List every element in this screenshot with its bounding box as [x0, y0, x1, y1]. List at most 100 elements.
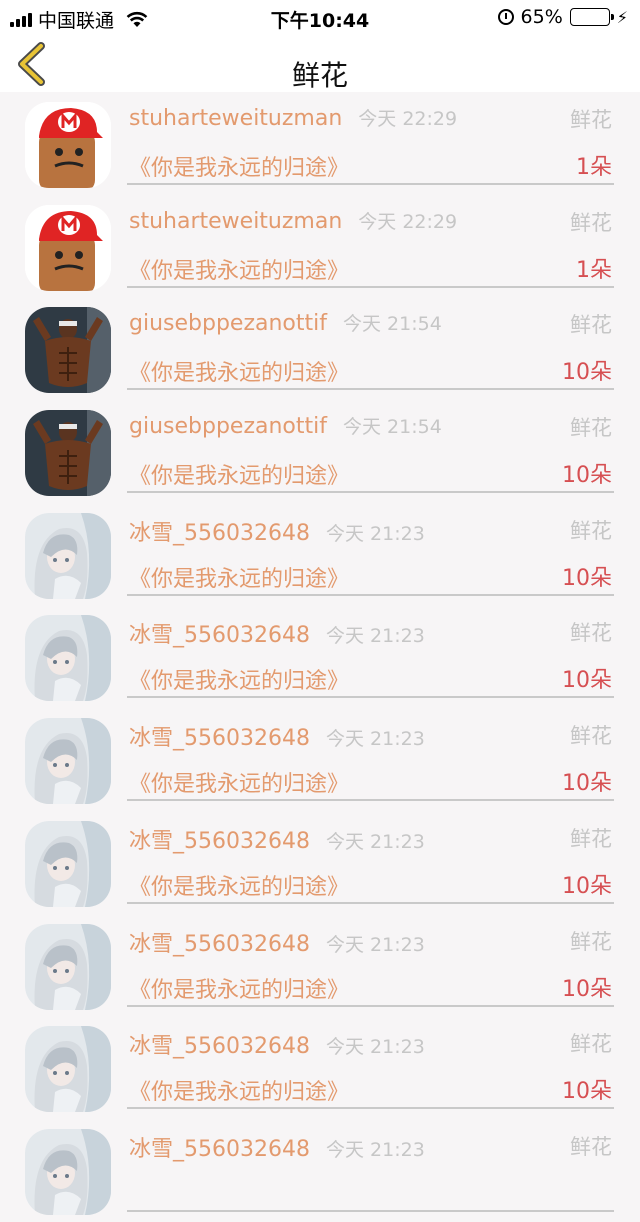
- gift-quantity: 1朵: [576, 155, 612, 180]
- timestamp: 今天 21:23: [325, 522, 425, 545]
- alarm-icon: [497, 9, 514, 25]
- song-title[interactable]: 《你是我永远的归途》: [129, 253, 349, 285]
- username[interactable]: stuharteweituzman: [129, 209, 342, 234]
- user-line: giusebppezanottif 今天 21:54: [129, 412, 442, 439]
- list-item[interactable]: giusebppezanottif 今天 21:54 鲜花《你是我永远的归途》 10朵: [0, 400, 640, 503]
- page-title: 鲜花: [291, 59, 348, 92]
- avatar[interactable]: [25, 1128, 111, 1215]
- user-line: giusebppezanottif 今天 21:54: [129, 309, 442, 336]
- gift-type: 鲜花: [570, 1134, 612, 1159]
- timestamp: 今天 21:23: [325, 1036, 425, 1059]
- username[interactable]: stuharteweituzman: [129, 106, 342, 131]
- timestamp: 今天 21:23: [325, 1138, 425, 1161]
- user-line: 冰雪_556032648 今天 21:23: [129, 926, 425, 958]
- avatar[interactable]: [25, 820, 111, 907]
- gift-quantity: 10朵: [562, 668, 612, 694]
- gift-record-list[interactable]: stuharteweituzman 今天 22:29 鲜花 《你是我永远的归途》 1朵 …: [0, 92, 640, 1222]
- row-divider: [127, 901, 614, 904]
- row-divider: [127, 285, 614, 288]
- username[interactable]: 冰雪_556032648: [129, 932, 310, 957]
- timestamp: 今天 21:23: [325, 625, 425, 648]
- username[interactable]: 冰雪_556032648: [129, 1034, 310, 1059]
- user-line: 冰雪_556032648 今天 21:23: [129, 1028, 425, 1060]
- gift-quantity: 10朵: [562, 976, 612, 1002]
- row-divider: [127, 1209, 614, 1212]
- list-item[interactable]: stuharteweituzman 今天 22:29 鲜花《你是我永远的归途》 1朵: [0, 92, 640, 195]
- gift-quantity: 10朵: [562, 873, 612, 899]
- user-line: 冰雪_556032648 今天 21:23: [129, 823, 425, 855]
- gift-type: 鲜花: [570, 724, 612, 749]
- row-divider: [127, 696, 614, 699]
- row-divider: [127, 1004, 614, 1007]
- gift-type: 鲜花: [570, 108, 612, 132]
- list-item[interactable]: 冰雪_556032648 今天 21:23 鲜花《你是我永远的归途》 10朵: [0, 811, 640, 914]
- avatar[interactable]: [25, 512, 111, 599]
- avatar[interactable]: [25, 923, 111, 1010]
- gift-quantity: 1朵: [576, 257, 612, 283]
- avatar[interactable]: [25, 718, 111, 805]
- timestamp: 今天 21:54: [343, 416, 442, 439]
- list-item[interactable]: 冰雪_556032648 今天 21:23 鲜花《你是我永远的归途》 10朵: [0, 708, 640, 811]
- song-title[interactable]: 《你是我永远的归途》: [129, 1074, 349, 1106]
- username[interactable]: giusebppezanottif: [129, 311, 327, 336]
- user-line: 冰雪_556032648 今天 21:23: [129, 1131, 425, 1163]
- username[interactable]: giusebppezanottif: [129, 414, 327, 439]
- status-right: 65% ⚡: [497, 6, 628, 28]
- row-divider: [127, 799, 614, 802]
- gift-type: 鲜花: [570, 313, 612, 338]
- gift-quantity: 10朵: [562, 771, 612, 797]
- song-title[interactable]: 《你是我永远的归途》: [129, 150, 349, 182]
- charging-bolt-icon: ⚡: [616, 7, 628, 27]
- gift-type: 鲜花: [570, 1032, 612, 1057]
- gift-quantity: 10朵: [562, 463, 612, 489]
- gift-type: 鲜花: [570, 621, 612, 646]
- song-title[interactable]: 《你是我永远的归途》: [129, 561, 349, 593]
- row-divider: [127, 491, 614, 494]
- user-line: 冰雪_556032648 今天 21:23: [129, 515, 425, 547]
- timestamp: 今天 22:29: [358, 108, 458, 130]
- list-item[interactable]: 冰雪_556032648 今天 21:23 鲜花《你是我永远的归途》 10朵: [0, 503, 640, 606]
- avatar[interactable]: [25, 1026, 111, 1113]
- user-line: 冰雪_556032648 今天 21:23: [129, 617, 425, 649]
- status-bar: 中国联通 下午10:44 65% ⚡: [0, 0, 640, 36]
- username[interactable]: 冰雪_556032648: [129, 623, 310, 648]
- gift-type: 鲜花: [570, 826, 612, 851]
- avatar[interactable]: [25, 204, 111, 291]
- timestamp: 今天 22:29: [358, 210, 458, 233]
- username[interactable]: 冰雪_556032648: [129, 1137, 310, 1162]
- avatar[interactable]: [25, 307, 111, 394]
- gift-type: 鲜花: [570, 210, 612, 235]
- list-item[interactable]: 冰雪_556032648 今天 21:23 鲜花《你是我永远的归途》 10朵: [0, 605, 640, 708]
- list-item[interactable]: 冰雪_556032648 今天 21:23 鲜花: [0, 1119, 640, 1222]
- user-line: stuharteweituzman 今天 22:29: [129, 104, 457, 131]
- avatar[interactable]: [25, 410, 111, 497]
- username[interactable]: 冰雪_556032648: [129, 521, 310, 546]
- song-title[interactable]: 《你是我永远的归途》: [129, 766, 349, 798]
- song-title[interactable]: 《你是我永远的归途》: [129, 458, 349, 490]
- gift-quantity: 10朵: [562, 360, 612, 386]
- list-item[interactable]: 冰雪_556032648 今天 21:23 鲜花 《你是我永远的归途》 10朵: [0, 1016, 640, 1119]
- gift-type: 鲜花: [570, 518, 612, 543]
- username[interactable]: 冰雪_556032648: [129, 829, 310, 854]
- gift-quantity: 10朵: [562, 565, 612, 591]
- user-line: stuharteweituzman 今天 22:29: [129, 207, 457, 234]
- username[interactable]: 冰雪_556032648: [129, 726, 310, 751]
- nav-bar: 鲜花: [0, 36, 640, 92]
- battery-icon: [569, 8, 614, 26]
- timestamp: 今天 21:54: [343, 313, 442, 336]
- row-divider: [127, 183, 614, 185]
- song-title[interactable]: 《你是我永远的归途》: [129, 663, 349, 695]
- list-item[interactable]: 冰雪_556032648 今天 21:23 鲜花 《你是我永远的归途》 10朵: [0, 914, 640, 1017]
- user-line: 冰雪_556032648 今天 21:23: [129, 720, 425, 752]
- song-title[interactable]: 《你是我永远的归途》: [129, 869, 349, 901]
- song-title[interactable]: 《你是我永远的归途》: [129, 972, 349, 1004]
- gift-type: 鲜花: [570, 416, 612, 441]
- row-divider: [127, 388, 614, 391]
- timestamp: 今天 21:23: [325, 728, 425, 751]
- avatar[interactable]: [25, 615, 111, 702]
- song-title[interactable]: 《你是我永远的归途》: [129, 355, 349, 387]
- list-item[interactable]: giusebppezanottif 今天 21:54 鲜花《你是我永远的归途》 10朵: [0, 297, 640, 400]
- list-item[interactable]: stuharteweituzman 今天 22:29 鲜花《你是我永远的归途》 1朵: [0, 195, 640, 298]
- row-divider: [127, 1107, 614, 1110]
- avatar[interactable]: [25, 102, 111, 188]
